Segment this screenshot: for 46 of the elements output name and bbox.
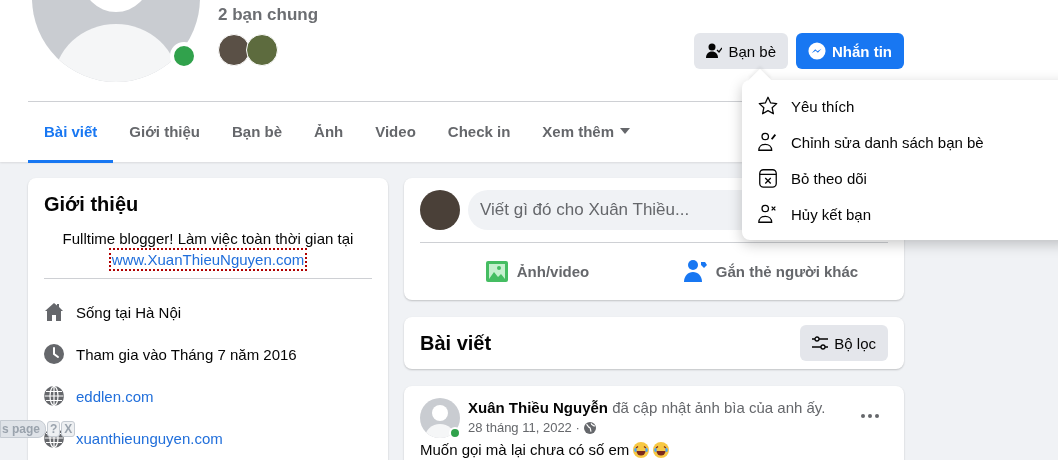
- user-avatar[interactable]: [420, 190, 460, 230]
- mutual-friends-count: 2 bạn chung: [218, 5, 319, 25]
- intro-bio: Fulltime blogger! Làm việc toàn thời gian tại: [62, 230, 354, 247]
- translate-bar-label: s page: [0, 420, 46, 438]
- message-button[interactable]: Nhắn tin: [796, 33, 904, 69]
- person-check-icon: [706, 43, 723, 59]
- profile-tab[interactable]: Check in: [431, 102, 527, 163]
- menu-item[interactable]: Chỉnh sửa danh sách bạn bè: [742, 124, 1058, 160]
- website-link[interactable]: xuanthieunguyen.com: [76, 429, 223, 447]
- box-x-icon: [757, 167, 779, 189]
- posts-title: Bài viết: [420, 331, 492, 355]
- post-text: Muốn gọi mà lại chưa có số em: [420, 441, 630, 458]
- avatar-silhouette[interactable]: [420, 398, 460, 438]
- photo-icon: [484, 259, 509, 283]
- globe-icon: [583, 422, 596, 434]
- person-tag-icon: [683, 259, 708, 283]
- intro-title: Giới thiệu: [44, 193, 140, 216]
- ellipsis-icon: [861, 414, 879, 418]
- menu-item[interactable]: Yêu thích: [742, 88, 1058, 124]
- person-pencil-icon: [757, 131, 779, 153]
- sliders-icon: [812, 335, 829, 351]
- friend-avatar[interactable]: [218, 34, 250, 66]
- profile-tab[interactable]: Bạn bè: [216, 102, 299, 163]
- post-headline: Xuân Thiều Nguyễn đã cập nhật ảnh bìa của anh ấy.: [468, 398, 827, 418]
- clock-icon: [44, 344, 64, 364]
- home-icon: [44, 302, 64, 322]
- friends-button[interactable]: Bạn bè: [694, 33, 788, 69]
- composer-action[interactable]: Gắn thẻ người khác: [654, 251, 888, 291]
- filter-button[interactable]: Bộ lọc: [800, 325, 888, 361]
- profile-tab[interactable]: Video: [359, 102, 432, 163]
- intro-detail: Sống tại Hà Nội: [76, 303, 182, 321]
- profile-tab[interactable]: Xem thêm: [526, 102, 647, 163]
- globe-icon: [44, 386, 64, 406]
- post-date: 28 tháng 11, 2022 ·: [468, 419, 580, 437]
- website-link[interactable]: eddlen.com: [76, 387, 154, 405]
- bio-link[interactable]: www.XuanThieuNguyen.com: [111, 251, 305, 268]
- star-icon: [757, 95, 779, 117]
- profile-tab[interactable]: Giới thiệu: [113, 102, 217, 163]
- intro-detail: Tham gia vào Tháng 7 năm 2016: [76, 345, 297, 363]
- profile-tab[interactable]: Bài viết: [28, 102, 114, 163]
- messenger-icon: [808, 42, 826, 60]
- laughing-emoji-icon: [653, 441, 670, 458]
- composer-action[interactable]: Ảnh/video: [420, 251, 654, 291]
- profile-tab[interactable]: Ảnh: [298, 102, 360, 163]
- laughing-emoji-icon: [633, 441, 650, 458]
- friend-avatar[interactable]: [246, 34, 278, 66]
